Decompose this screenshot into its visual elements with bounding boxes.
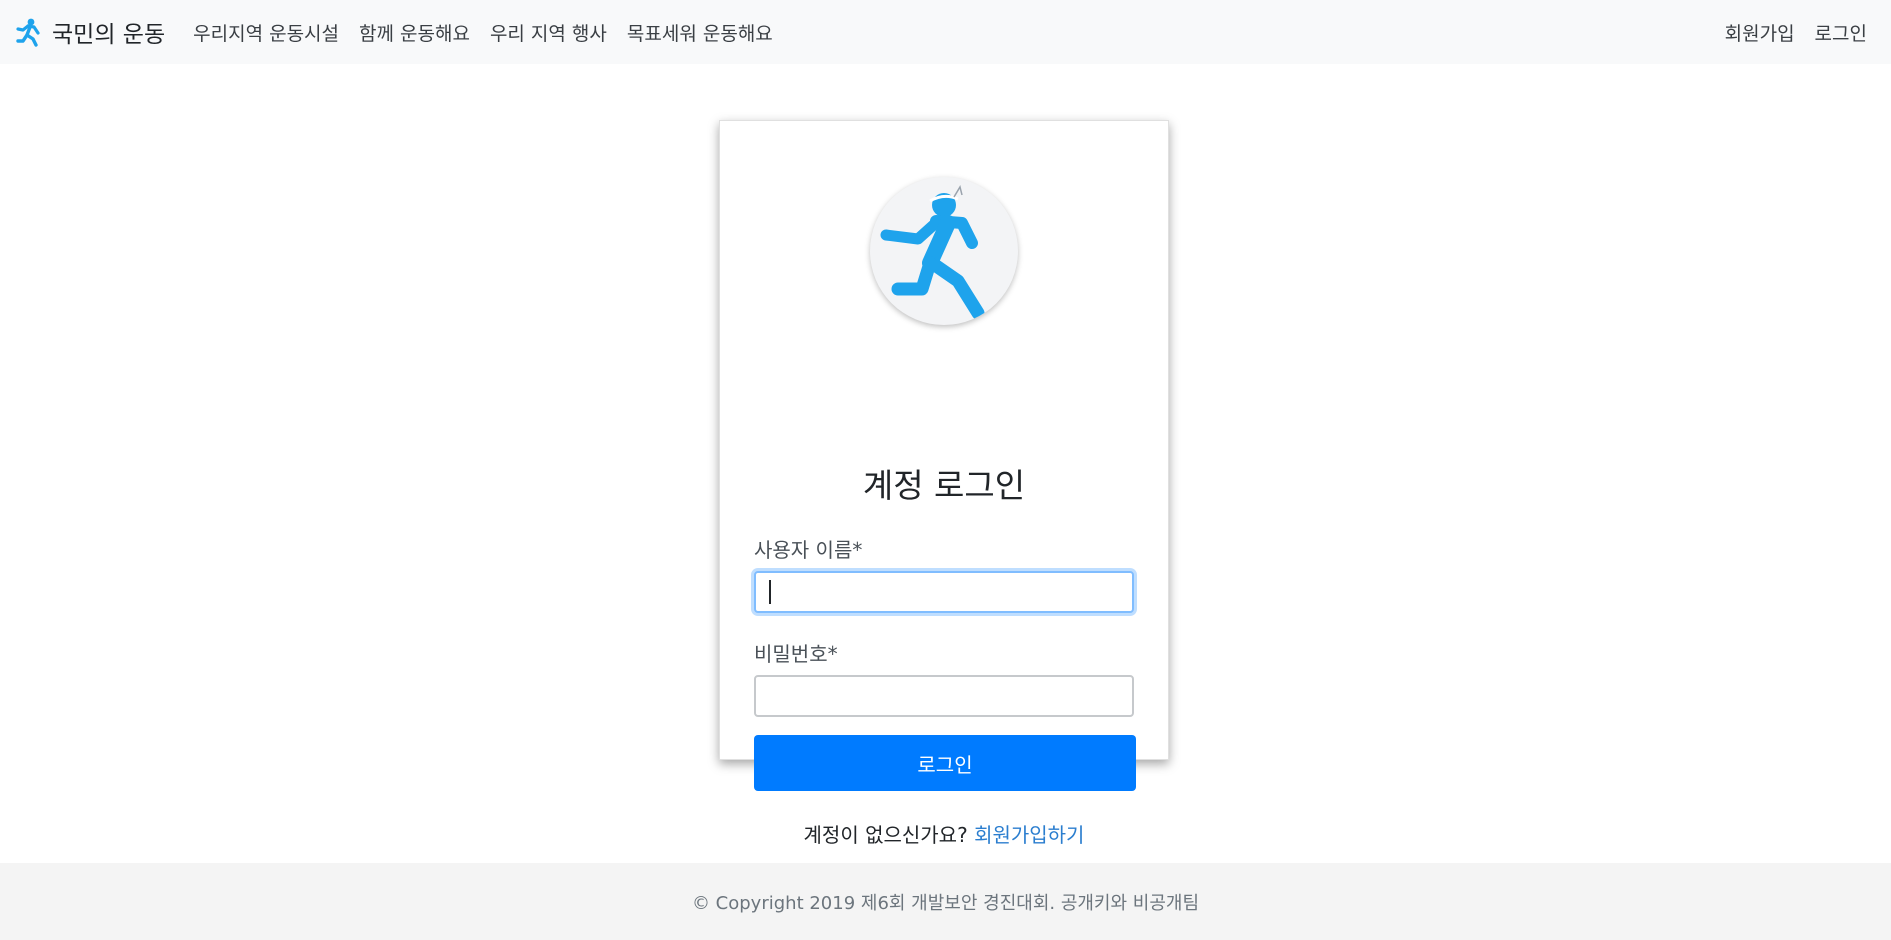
top-navbar: 국민의 운동 우리지역 운동시설 함께 운동해요 우리 지역 행사 목표세워 운… xyxy=(0,0,1891,64)
text-caret xyxy=(769,580,771,604)
page-title: 계정 로그인 xyxy=(862,466,1026,505)
nav-link-facilities[interactable]: 우리지역 운동시설 xyxy=(193,19,339,46)
nav-link-signup[interactable]: 회원가입 xyxy=(1725,19,1795,46)
brand-title: 국민의 운동 xyxy=(52,22,166,48)
copyright-text: © Copyright 2019 제6회 개발보안 경진대회. 공개키와 비공개… xyxy=(691,892,1200,914)
running-person-icon xyxy=(14,17,44,47)
nav-link-local-events[interactable]: 우리 지역 행사 xyxy=(490,19,607,46)
brand-link[interactable]: 국민의 운동 xyxy=(14,15,165,49)
signup-prompt-line: 계정이 없으신가요? 회원가입하기 xyxy=(720,819,1168,848)
signup-prompt-text: 계정이 없으신가요? xyxy=(803,823,968,847)
nav-link-goal-exercise[interactable]: 목표세워 운동해요 xyxy=(627,19,773,46)
username-field[interactable] xyxy=(754,571,1134,613)
avatar xyxy=(870,177,1018,325)
running-person-icon xyxy=(880,185,985,320)
signup-link[interactable]: 회원가입하기 xyxy=(974,823,1084,847)
password-field[interactable] xyxy=(754,675,1134,717)
username-label: 사용자 이름* xyxy=(754,538,863,562)
login-card: 계정 로그인 사용자 이름* 비밀번호* 로그인 계정이 없으신가요? 회원가입… xyxy=(719,120,1169,847)
account-nav: 회원가입 로그인 xyxy=(1705,0,1867,64)
login-button[interactable]: 로그인 xyxy=(754,735,1136,791)
nav-link-login[interactable]: 로그인 xyxy=(1815,19,1867,46)
nav-link-exercise-together[interactable]: 함께 운동해요 xyxy=(359,19,470,46)
page-footer: © Copyright 2019 제6회 개발보안 경진대회. 공개키와 비공개… xyxy=(0,863,1891,940)
main-nav: 우리지역 운동시설 함께 운동해요 우리 지역 행사 목표세워 운동해요 xyxy=(193,19,793,46)
password-label: 비밀번호* xyxy=(754,642,838,666)
